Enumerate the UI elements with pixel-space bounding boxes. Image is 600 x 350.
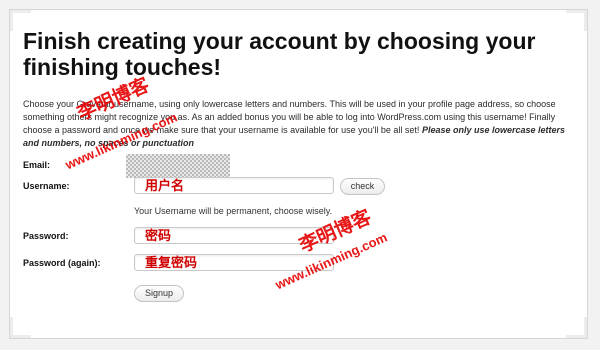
check-button[interactable]: check	[340, 178, 385, 195]
email-label: Email:	[23, 160, 51, 170]
corner-decoration	[566, 317, 587, 338]
password-input[interactable]: 密码	[134, 227, 334, 244]
signup-button[interactable]: Signup	[134, 285, 184, 302]
password-value: 密码	[145, 228, 172, 243]
page-title: Finish creating your account by choosing…	[23, 28, 536, 80]
email-value-obscured	[126, 154, 230, 178]
password-again-value: 重复密码	[145, 255, 198, 270]
password-again-label: Password (again):	[23, 258, 101, 268]
username-label: Username:	[23, 181, 70, 191]
username-input[interactable]: 用户名	[134, 177, 334, 194]
password-again-input[interactable]: 重复密码	[134, 254, 334, 271]
password-label: Password:	[23, 231, 69, 241]
corner-decoration	[566, 10, 587, 31]
username-hint: Your Username will be permanent, choose …	[134, 206, 333, 216]
intro-text: Choose your Gravatar username, using onl…	[23, 98, 571, 150]
corner-decoration	[10, 317, 31, 338]
username-value: 用户名	[145, 178, 185, 193]
